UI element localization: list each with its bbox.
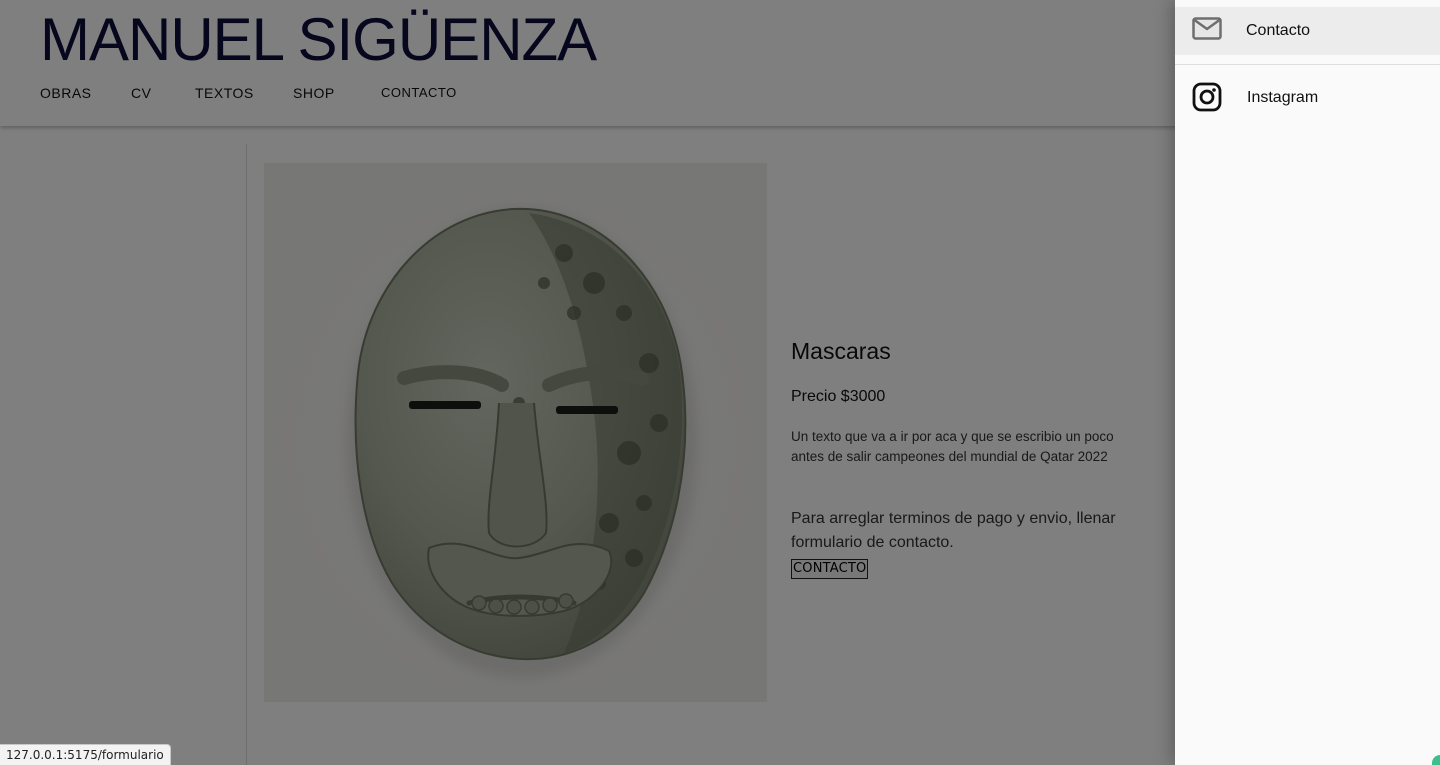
drawer-item-label: Contacto [1246, 22, 1311, 39]
scroll-accent [1432, 755, 1440, 765]
instagram-icon [1192, 82, 1222, 112]
drawer-item-contacto[interactable]: Contacto [1175, 7, 1440, 55]
drawer-item-instagram[interactable]: Instagram [1175, 74, 1440, 120]
status-bar-url: 127.0.0.1:5175/formulario [0, 744, 171, 765]
drawer-divider [1175, 64, 1440, 65]
mail-icon [1192, 17, 1222, 40]
side-drawer: Contacto Instagram [1175, 0, 1440, 765]
drawer-item-label: Instagram [1247, 89, 1319, 106]
